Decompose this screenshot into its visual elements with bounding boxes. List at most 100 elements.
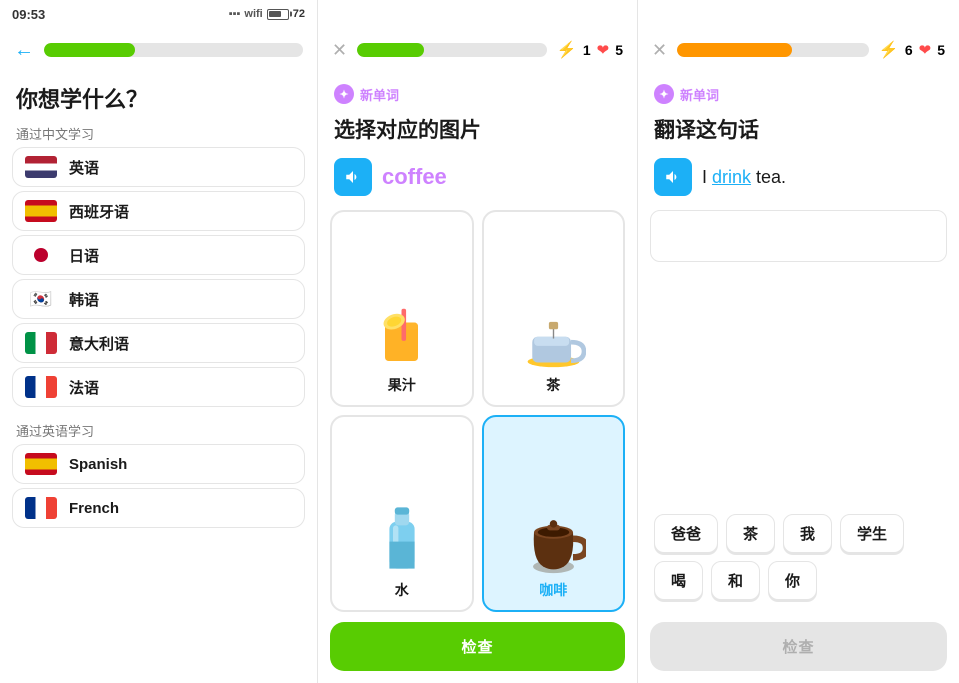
sentence-word-p3: drink	[712, 167, 751, 187]
heart-icon-p3: ❤	[919, 41, 932, 59]
word-chip-0[interactable]: 爸爸	[654, 514, 718, 553]
word-bank-p3: 爸爸 茶 我 学生 喝 和 你	[638, 502, 959, 612]
badge-circle-p2: ✦	[334, 84, 354, 104]
language-list-cn: 英语 西班牙语 日语 🇰🇷 韩语 意大利语 法语	[0, 147, 317, 407]
lang-item-it[interactable]: 意大利语	[12, 323, 305, 363]
image-grid-p2: 果汁 茶	[318, 210, 637, 612]
bolt-count-p3: 6	[905, 42, 913, 58]
new-word-badge-p2: ✦ 新单词	[318, 72, 637, 108]
flag-fr	[25, 376, 57, 398]
word-chip-1[interactable]: 茶	[726, 514, 775, 553]
image-card-tea[interactable]: 茶	[482, 210, 626, 407]
flag-es	[25, 200, 57, 222]
section-label-en: 通过英语学习	[0, 415, 317, 444]
image-card-water[interactable]: 水	[330, 415, 474, 612]
lang-item-fr[interactable]: 法语	[12, 367, 305, 407]
exercise-title-p2: 选择对应的图片	[318, 108, 637, 154]
card-label-water: 水	[395, 580, 409, 600]
back-button[interactable]: ←	[14, 39, 34, 62]
progress-bar	[44, 43, 303, 57]
top-nav-panel3: ✕ ⚡ 6 ❤ 5	[638, 28, 959, 72]
bolt-icon-p3: ⚡	[879, 40, 899, 60]
status-time: 09:53	[12, 7, 45, 22]
top-nav-panel1: ←	[0, 28, 317, 72]
sentence-display-p3: I drink tea.	[702, 167, 786, 188]
battery-icon	[267, 9, 289, 20]
lang-name-french: French	[69, 500, 119, 517]
exercise-title-p3: 翻译这句话	[638, 108, 959, 154]
tea-image	[521, 309, 586, 369]
signal-icon: ▪▪▪	[229, 8, 241, 20]
bolt-icon-p2: ⚡	[557, 40, 577, 60]
battery-pct: 72	[293, 8, 305, 20]
answer-area-p3[interactable]	[650, 210, 947, 262]
coffee-image	[521, 509, 586, 574]
speaker-button-p2[interactable]	[334, 158, 372, 196]
flag-it	[25, 332, 57, 354]
panel-language-select: 09:53 ▪▪▪ wifi 72 ← 你想学什么？ 通过中文学习 英语 西班牙…	[0, 0, 318, 683]
heart-count-p3: 5	[937, 42, 945, 58]
card-label-juice: 果汁	[388, 375, 416, 395]
status-icons: ▪▪▪ wifi 72	[229, 8, 305, 20]
panel-translate: ✕ ⚡ 6 ❤ 5 ✦ 新单词 翻译这句话 I drink tea. 爸爸 茶 …	[638, 0, 959, 683]
heart-icon-p2: ❤	[597, 41, 610, 59]
progress-fill-p3	[677, 43, 792, 57]
water-image	[382, 502, 422, 574]
stats-p3: ⚡ 6 ❤ 5	[879, 40, 945, 60]
top-nav-panel2: ✕ ⚡ 1 ❤ 5	[318, 28, 637, 72]
image-card-coffee[interactable]: 咖啡	[482, 415, 626, 612]
lang-name-fr-cn: 法语	[69, 377, 99, 398]
lang-name-ko: 韩语	[69, 289, 99, 310]
page-title: 你想学什么？	[0, 72, 317, 118]
new-word-badge-p3: ✦ 新单词	[638, 72, 959, 108]
word-row-p3: I drink tea.	[638, 154, 959, 210]
battery-fill	[269, 11, 281, 17]
progress-bar-p2	[357, 43, 547, 57]
lang-item-spanish[interactable]: Spanish	[12, 444, 305, 484]
lang-item-es[interactable]: 西班牙语	[12, 191, 305, 231]
word-chip-6[interactable]: 你	[768, 561, 817, 600]
status-bar: 09:53 ▪▪▪ wifi 72	[0, 0, 317, 28]
lang-name-en: 英语	[69, 157, 99, 178]
lang-name-es: 西班牙语	[69, 201, 129, 222]
section-label-cn: 通过中文学习	[0, 118, 317, 147]
check-button-p2[interactable]: 检查	[330, 622, 625, 671]
image-card-juice[interactable]: 果汁	[330, 210, 474, 407]
word-chip-5[interactable]: 和	[711, 561, 760, 600]
lang-name-spanish: Spanish	[69, 456, 127, 473]
flag-es-2	[25, 453, 57, 475]
badge-circle-p3: ✦	[654, 84, 674, 104]
flag-kr: 🇰🇷	[25, 288, 57, 310]
badge-text-p3: 新单词	[680, 85, 719, 104]
close-button-p3[interactable]: ✕	[652, 40, 667, 61]
bolt-count-p2: 1	[583, 42, 591, 58]
word-display-p2: coffee	[382, 164, 447, 190]
language-list-en: Spanish French	[0, 444, 317, 528]
word-chip-4[interactable]: 喝	[654, 561, 703, 600]
heart-count-p2: 5	[615, 42, 623, 58]
lang-item-en[interactable]: 英语	[12, 147, 305, 187]
flag-us	[25, 156, 57, 178]
lang-item-ko[interactable]: 🇰🇷 韩语	[12, 279, 305, 319]
stats-p2: ⚡ 1 ❤ 5	[557, 40, 623, 60]
card-label-tea: 茶	[546, 375, 560, 395]
juice-image	[374, 299, 429, 369]
lang-item-french[interactable]: French	[12, 488, 305, 528]
progress-fill-p2	[357, 43, 423, 57]
close-button-p2[interactable]: ✕	[332, 40, 347, 61]
flag-jp	[25, 244, 57, 266]
word-chip-2[interactable]: 我	[783, 514, 832, 553]
lang-name-ja: 日语	[69, 245, 99, 266]
progress-bar-p3	[677, 43, 869, 57]
badge-text-p2: 新单词	[360, 85, 399, 104]
check-button-p3: 检查	[650, 622, 947, 671]
word-row-p2: coffee	[318, 154, 637, 210]
flag-fr-2	[25, 497, 57, 519]
panel-image-select: ✕ ⚡ 1 ❤ 5 ✦ 新单词 选择对应的图片 coffee	[318, 0, 638, 683]
word-chip-3[interactable]: 学生	[840, 514, 904, 553]
wifi-icon: wifi	[244, 8, 262, 20]
progress-fill	[44, 43, 135, 57]
lang-name-it: 意大利语	[69, 333, 129, 354]
lang-item-ja[interactable]: 日语	[12, 235, 305, 275]
speaker-button-p3[interactable]	[654, 158, 692, 196]
